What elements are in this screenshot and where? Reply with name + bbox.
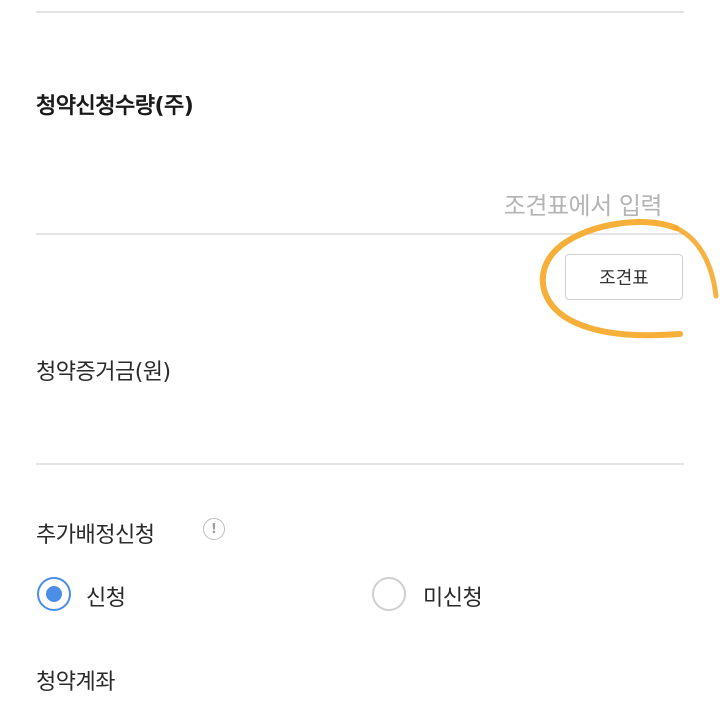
radio-not-apply-label[interactable]: 미신청	[423, 580, 483, 612]
additional-allocation-label: 추가배정신청	[36, 523, 155, 548]
account-label: 청약계좌	[36, 670, 115, 695]
deposit-underline	[36, 463, 684, 465]
info-icon[interactable]: !	[203, 518, 225, 540]
radio-not-apply[interactable]	[372, 577, 406, 611]
radio-apply[interactable]	[37, 577, 71, 611]
deposit-label: 청약증거금(원)	[36, 360, 171, 385]
radio-apply-label[interactable]: 신청	[86, 580, 126, 612]
